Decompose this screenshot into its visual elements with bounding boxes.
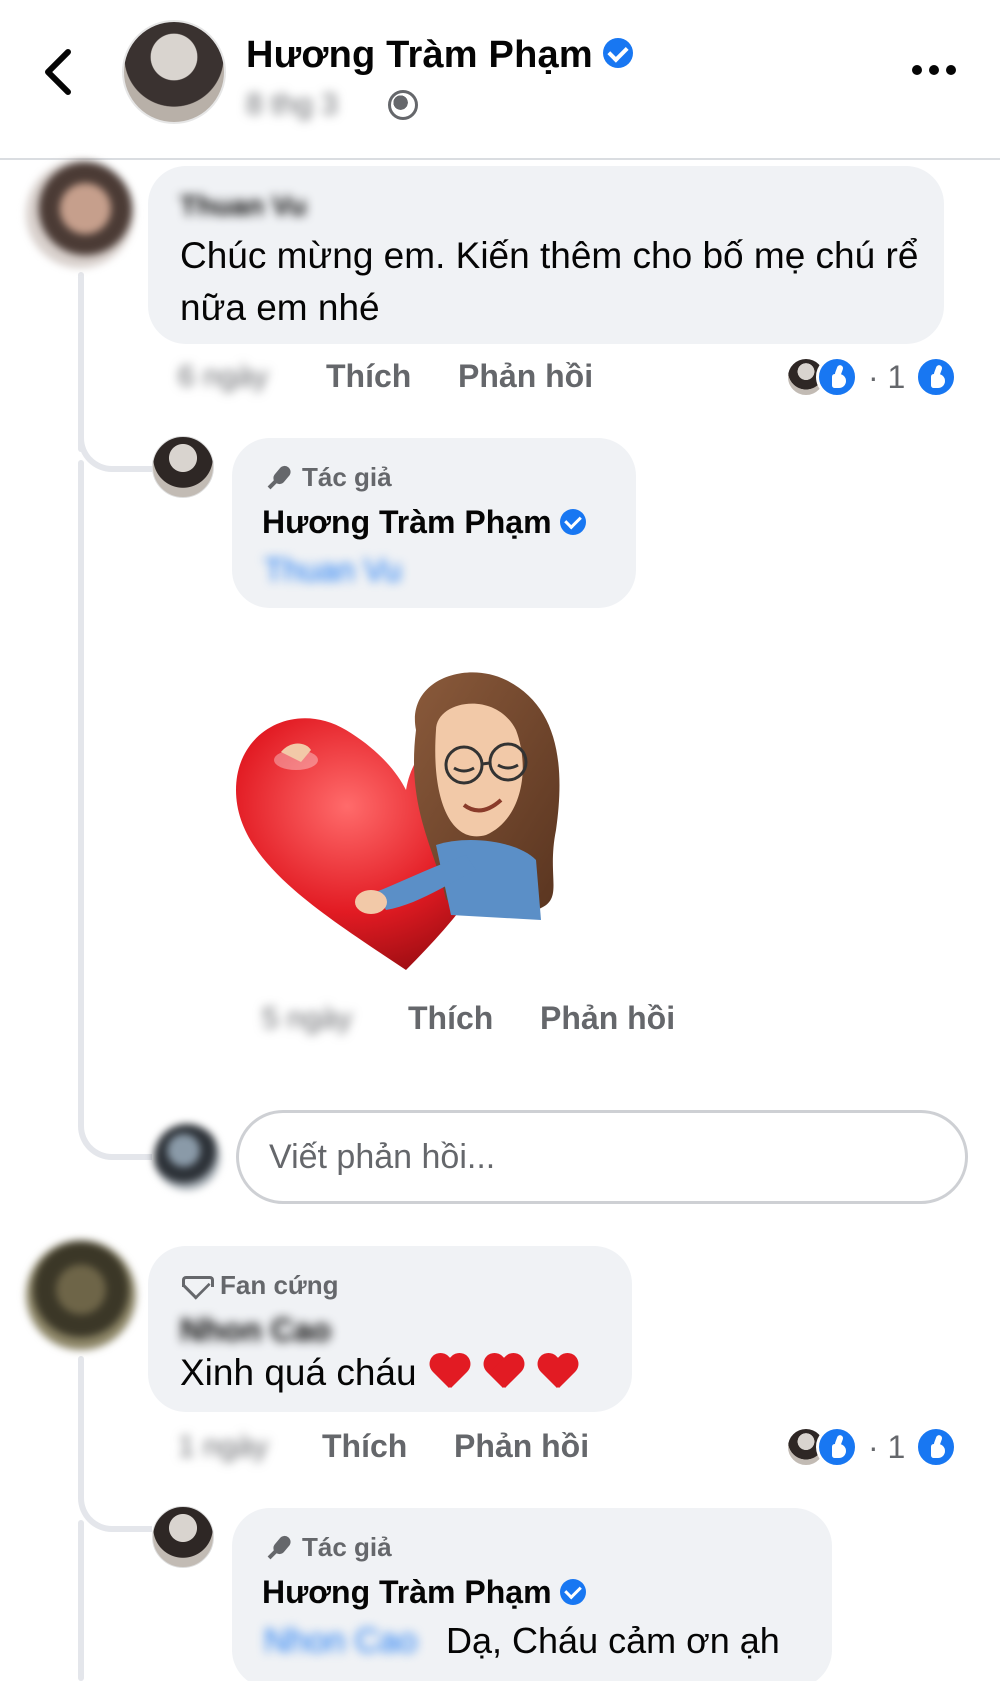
like-icon[interactable] [915, 1426, 958, 1468]
pencil-icon [264, 463, 294, 493]
like-button[interactable]: Thích [408, 1000, 493, 1037]
dot [946, 65, 956, 75]
thread-connector [78, 410, 152, 472]
reply-button[interactable]: Phản hồi [540, 1000, 675, 1037]
author-avatar[interactable] [152, 436, 214, 498]
post-timestamp[interactable]: 8 thg 3 [246, 88, 338, 122]
post-header: Hương Tràm Phạm 8 thg 3 [0, 0, 1000, 160]
commenter-name[interactable]: Nhon Cao [180, 1312, 331, 1349]
thread-connector [78, 1090, 152, 1160]
like-button[interactable]: Thích [322, 1428, 407, 1465]
heart-hug-sticker[interactable] [236, 670, 596, 990]
like-reaction-icon [816, 356, 858, 398]
author-avatar[interactable] [122, 20, 226, 124]
globe-icon [388, 90, 418, 120]
reply-placeholder: Viết phản hồi... [269, 1137, 496, 1176]
like-button[interactable]: Thích [326, 358, 411, 395]
heart-icon [429, 1352, 471, 1394]
fan-badge: Fan cứng [180, 1270, 339, 1301]
reply-author-name[interactable]: Hương Tràm Phạm [262, 1574, 586, 1611]
heart-icon [537, 1352, 579, 1394]
reaction-count: · 1 [868, 1428, 906, 1465]
more-options-button[interactable] [912, 58, 960, 82]
reply-author-name[interactable]: Hương Tràm Phạm [262, 504, 586, 541]
dot [929, 65, 939, 75]
author-badge: Tác giả [264, 462, 392, 493]
reply-bubble: Tác giả Hương Tràm Phạm Nhon Cao Dạ, Chá… [232, 1508, 832, 1681]
reply-text: Dạ, Cháu cảm ơn ạh [446, 1620, 780, 1661]
like-reaction-icon [816, 1426, 858, 1468]
comment-time[interactable]: 6 ngày [178, 360, 268, 394]
verified-badge-icon [559, 1578, 586, 1605]
back-button[interactable] [38, 44, 78, 100]
thread-line [78, 1520, 84, 1681]
mention-link[interactable]: Thuan Vu [264, 552, 402, 589]
commenter-avatar[interactable] [26, 1240, 136, 1350]
reaction-summary[interactable]: · 1 [786, 356, 958, 398]
thread-connector [78, 1470, 152, 1532]
pencil-icon [264, 1533, 294, 1563]
verified-badge-icon [559, 508, 586, 535]
reply-button[interactable]: Phản hồi [458, 358, 593, 395]
reply-time[interactable]: 5 ngày [262, 1002, 352, 1036]
author-badge: Tác giả [264, 1532, 392, 1563]
author-avatar[interactable] [152, 1506, 214, 1568]
reaction-summary[interactable]: · 1 [786, 1426, 958, 1468]
mention-link[interactable]: Nhon Cao [264, 1622, 417, 1661]
comment-bubble: Fan cứng Nhon Cao Xinh quá cháu [148, 1246, 632, 1412]
current-user-avatar [154, 1124, 220, 1190]
chevron-left-icon [45, 49, 71, 95]
verified-badge-icon [602, 37, 633, 68]
diamond-icon [180, 1274, 214, 1298]
author-name[interactable]: Hương Tràm Phạm [246, 34, 633, 77]
comment-time[interactable]: 1 ngày [178, 1430, 268, 1464]
comment-text: Chúc mừng em. Kiến thêm cho bố mẹ chú rể… [180, 235, 919, 328]
dot [912, 65, 922, 75]
commenter-name[interactable]: Thuan Vu [180, 190, 307, 222]
reply-bubble: Tác giả Hương Tràm Phạm Thuan Vu [232, 438, 636, 608]
commenter-avatar[interactable] [26, 160, 134, 268]
comment-bubble: Thuan Vu Chúc mừng em. Kiến thêm cho bố … [148, 166, 944, 344]
reply-input[interactable]: Viết phản hồi... [236, 1110, 968, 1204]
thread-line [78, 460, 84, 1100]
comment-text: Xinh quá cháu [180, 1352, 579, 1394]
like-icon[interactable] [915, 356, 958, 398]
heart-icon [483, 1352, 525, 1394]
reply-button[interactable]: Phản hồi [454, 1428, 589, 1465]
reaction-count: · 1 [868, 358, 906, 395]
